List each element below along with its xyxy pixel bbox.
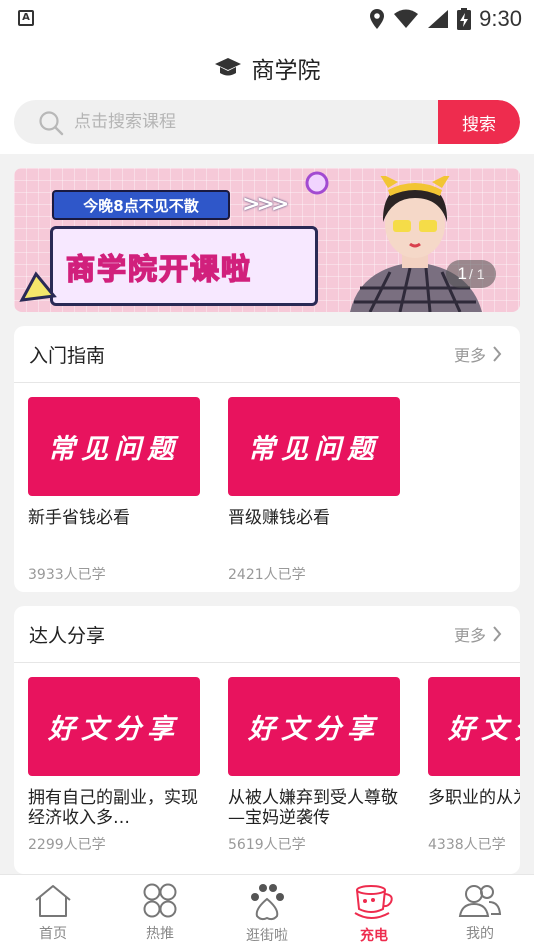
section-title: 达人分享	[29, 624, 106, 647]
banner-model-illustration	[350, 176, 482, 312]
more-link[interactable]: 更多	[454, 622, 502, 646]
section-expert-share: 达人分享 更多 好文分享 拥有自己的副业，实现经济收入多… 2299人已学 好文…	[14, 606, 520, 874]
accessibility-badge-icon: A	[18, 10, 34, 26]
course-name: 多职业的从为何最终逆	[428, 788, 520, 808]
learner-count: 5619人已学	[228, 837, 306, 853]
tab-mine[interactable]: 我的	[440, 883, 520, 943]
section-title: 入门指南	[29, 344, 106, 367]
course-list: 常见问题 新手省钱必看 3933人已学 常见问题 晋级赚钱必看 2421人已学	[14, 383, 520, 592]
section-header: 入门指南 更多	[14, 326, 520, 383]
course-name: 从被人嫌弃到受人尊敬—宝妈逆袭传	[228, 788, 398, 828]
status-bar: A 9:30	[0, 0, 534, 38]
banner-decor-triangle-icon	[19, 271, 57, 302]
course-card[interactable]: 好文分享 拥有自己的副业，实现经济收入多… 2299人已学	[28, 677, 200, 854]
coffee-cup-icon	[354, 885, 393, 919]
course-card[interactable]: 好文分享 多职业的从为何最终逆 4338人已学	[428, 677, 520, 854]
tab-label: 首页	[39, 926, 67, 942]
search-button[interactable]: 搜索	[438, 100, 520, 144]
user-icon	[458, 885, 502, 917]
course-card[interactable]: 常见问题 新手省钱必看 3933人已学	[28, 397, 200, 584]
tab-label: 我的	[466, 926, 494, 942]
signal-icon	[428, 10, 449, 28]
banner-tag: 今晚8点不见不散	[52, 190, 230, 220]
section-header: 达人分享 更多	[14, 606, 520, 663]
learner-count: 2421人已学	[228, 567, 306, 583]
page-title: 商学院	[251, 58, 321, 84]
course-thumbnail: 好文分享	[428, 677, 520, 776]
battery-icon	[457, 8, 472, 30]
clock: 9:30	[479, 6, 522, 31]
learner-count: 2299人已学	[28, 837, 106, 853]
hot-grid-icon	[143, 883, 177, 918]
section-getting-started: 入门指南 更多 常见问题 新手省钱必看 3933人已学 常见问题 晋级赚钱必看 …	[14, 326, 520, 592]
more-link[interactable]: 更多	[454, 342, 502, 366]
tab-hot[interactable]: 热推	[120, 883, 200, 943]
course-thumbnail: 好文分享	[228, 677, 400, 776]
tab-label: 逛街啦	[246, 928, 288, 944]
more-label: 更多	[453, 626, 486, 645]
graduation-cap-icon	[214, 58, 241, 76]
banner-arrows-icon: >>>	[242, 192, 289, 217]
pager-total: / 1	[468, 266, 485, 282]
home-icon	[35, 885, 71, 917]
learner-count: 3933人已学	[28, 567, 106, 583]
course-name: 晋级赚钱必看	[228, 508, 330, 528]
paw-icon	[251, 884, 284, 921]
course-thumbnail: 常见问题	[228, 397, 400, 496]
course-card[interactable]: 好文分享 从被人嫌弃到受人尊敬—宝妈逆袭传 5619人已学	[228, 677, 400, 854]
chevron-right-icon	[493, 346, 502, 362]
tab-recharge[interactable]: 充电	[334, 883, 414, 945]
wifi-icon	[394, 9, 419, 28]
status-icons: 9:30	[369, 6, 522, 32]
course-thumbnail: 常见问题	[28, 397, 200, 496]
banner-decor-circle-icon	[305, 171, 329, 195]
course-thumbnail: 好文分享	[28, 677, 200, 776]
search-box: 搜索	[14, 100, 520, 144]
pager-current: 1	[457, 264, 467, 283]
course-name: 新手省钱必看	[28, 508, 130, 528]
tab-label: 充电	[360, 928, 388, 944]
tab-home[interactable]: 首页	[13, 883, 93, 943]
course-name: 拥有自己的副业，实现经济收入多…	[28, 788, 198, 828]
tab-shopping[interactable]: 逛街啦	[227, 883, 307, 945]
learner-count: 4338人已学	[428, 837, 506, 853]
location-icon	[370, 9, 385, 29]
course-list[interactable]: 好文分享 拥有自己的副业，实现经济收入多… 2299人已学 好文分享 从被人嫌弃…	[14, 663, 520, 874]
search-bar: 搜索	[0, 98, 534, 154]
banner-pager: 1 / 1	[446, 260, 496, 288]
promo-banner[interactable]: 今晚8点不见不散 >>> 商学院开课啦 1 / 1	[14, 168, 520, 312]
more-label: 更多	[453, 346, 486, 365]
chevron-right-icon	[493, 626, 502, 642]
tab-label: 热推	[146, 926, 174, 942]
page-header: 商学院	[0, 38, 534, 98]
search-input[interactable]	[74, 100, 434, 144]
bottom-tab-bar: 首页 热推 逛街啦 充电 我的	[0, 874, 534, 950]
course-card[interactable]: 常见问题 晋级赚钱必看 2421人已学	[228, 397, 400, 584]
banner-headline: 商学院开课啦	[65, 251, 253, 287]
search-icon	[39, 111, 64, 136]
